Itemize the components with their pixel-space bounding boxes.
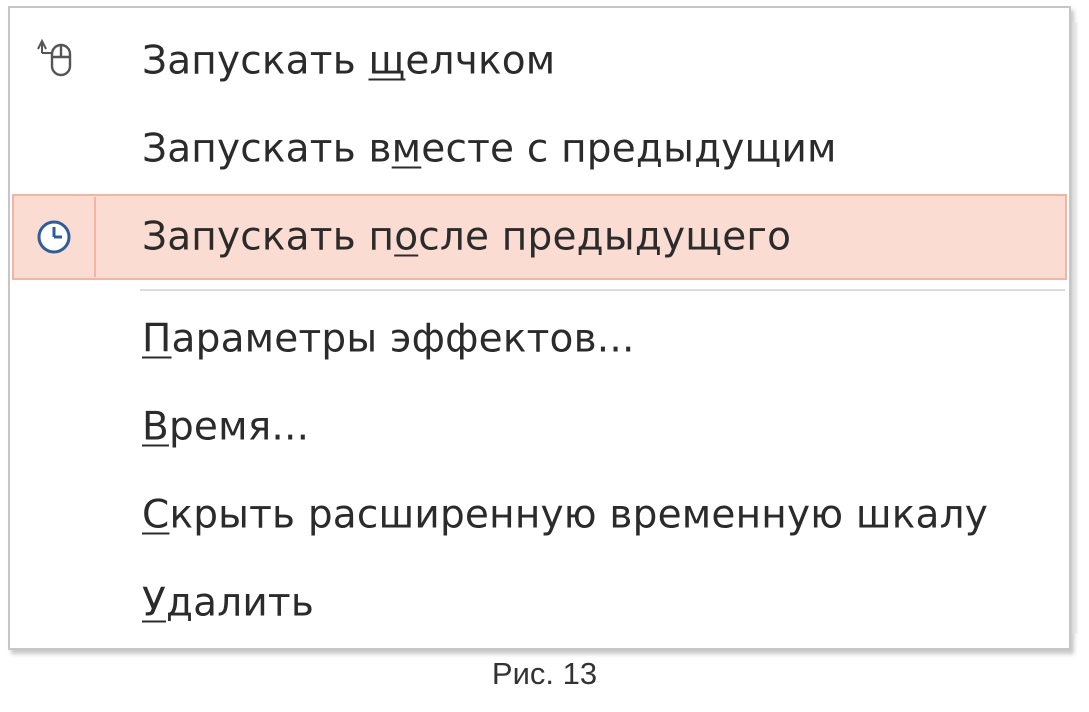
menu-item-start-on-click[interactable]: Запускать щелчком xyxy=(12,18,1067,104)
menu-item-label: Параметры эффектов... xyxy=(142,316,635,362)
menu-separator xyxy=(140,289,1065,291)
menu-item-label: Удалить xyxy=(142,580,315,626)
menu-item-timing[interactable]: Время... xyxy=(12,384,1067,470)
clock-icon xyxy=(30,213,78,261)
menu-item-start-after-previous[interactable]: Запускать после предыдущего xyxy=(12,194,1067,280)
menu-item-label: Запускать после предыдущего xyxy=(142,214,792,260)
menu-item-label: Время... xyxy=(142,404,310,450)
menu-shadow xyxy=(1072,22,1078,634)
menu-item-start-with-previous[interactable]: Запускать вместе с предыдущим xyxy=(12,106,1067,192)
mouse-click-icon xyxy=(32,37,80,85)
menu-item-label: Запускать вместе с предыдущим xyxy=(142,126,837,172)
context-menu: Запускать щелчком Запускать вместе с пре… xyxy=(8,6,1071,650)
menu-item-hide-advanced-timeline[interactable]: Скрыть расширенную временную шкалу xyxy=(12,472,1067,558)
menu-item-label: Скрыть расширенную временную шкалу xyxy=(142,492,989,538)
figure-caption: Рис. 13 xyxy=(491,656,598,691)
menu-item-remove[interactable]: Удалить xyxy=(12,560,1067,646)
menu-item-effect-options[interactable]: Параметры эффектов... xyxy=(12,296,1067,382)
menu-item-label: Запускать щелчком xyxy=(142,38,556,84)
